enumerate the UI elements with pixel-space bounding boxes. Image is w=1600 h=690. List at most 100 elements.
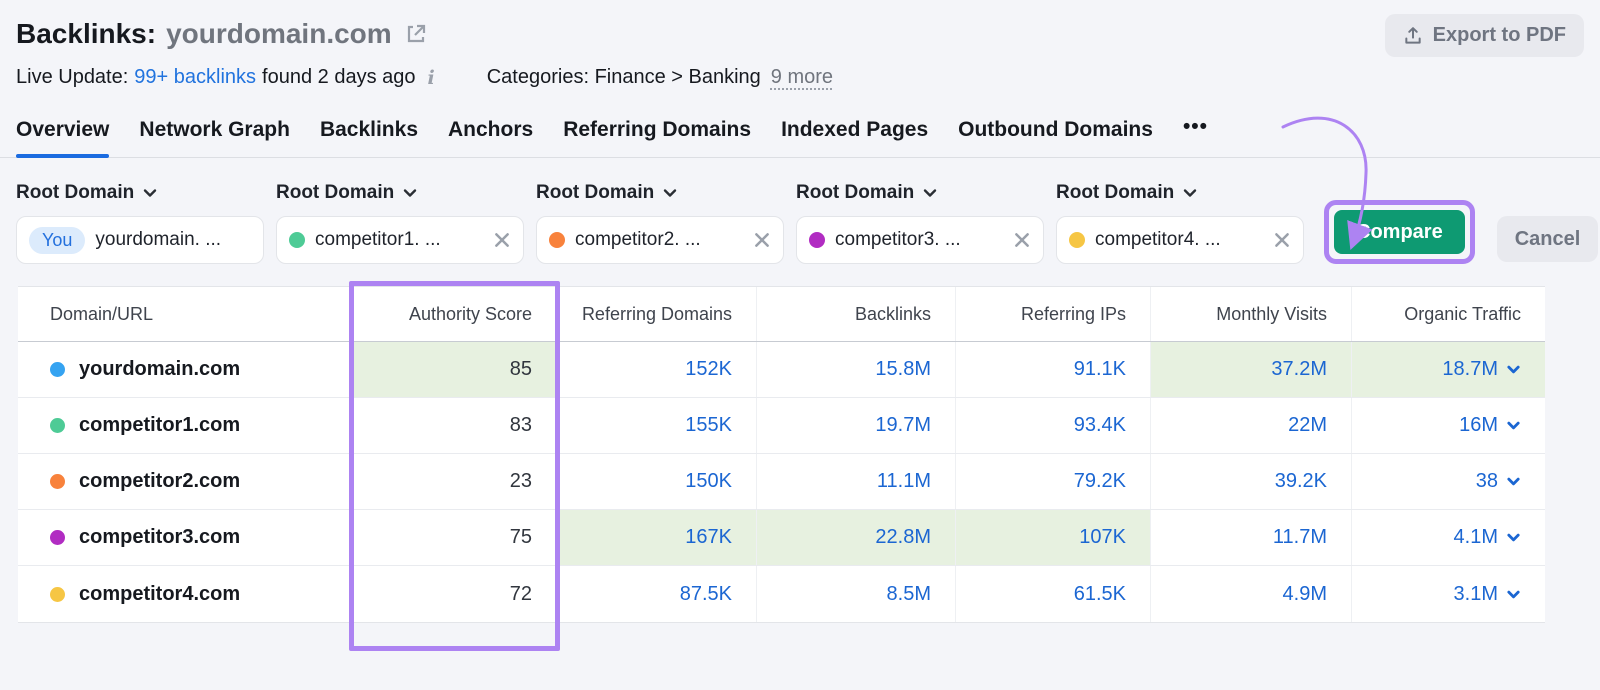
backlinks-count-link[interactable]: 99+ backlinks [134, 66, 256, 89]
monthly-visits-link[interactable]: 11.7M [1273, 526, 1327, 549]
monthly-visits-link[interactable]: 39.2K [1275, 470, 1327, 493]
backlinks-link[interactable]: 11.1M [877, 470, 931, 493]
backlinks-link[interactable]: 15.8M [875, 358, 931, 381]
domain-chip-1[interactable]: You yourdomain. ... [16, 216, 264, 264]
export-to-pdf-button[interactable]: Export to PDF [1384, 14, 1584, 57]
live-update-prefix: Live Update: [16, 66, 129, 88]
close-icon[interactable] [753, 231, 771, 249]
cell-domain: yourdomain.com [18, 342, 352, 397]
organic-traffic-link[interactable]: 38 [1476, 470, 1498, 493]
subtitle-row: Live Update: 99+ backlinks found 2 days … [16, 66, 1584, 89]
cell-authority-score: 83 [352, 398, 557, 453]
chevron-down-icon[interactable] [1506, 418, 1521, 433]
chevron-down-icon [1182, 185, 1198, 201]
column-header-referring-domains: Referring Domains [557, 287, 757, 341]
cell-backlinks: 8.5M [757, 566, 956, 622]
tab-outbound-domains[interactable]: Outbound Domains [958, 118, 1153, 157]
monthly-visits-link[interactable]: 4.9M [1283, 583, 1327, 606]
monthly-visits-link[interactable]: 37.2M [1271, 358, 1327, 381]
column-header-backlinks: Backlinks [757, 287, 956, 341]
authority-score-value: 23 [509, 470, 532, 492]
tab-overview[interactable]: Overview [16, 118, 110, 158]
cell-organic-traffic: 18.7M [1352, 342, 1545, 397]
domain-color-dot [1069, 232, 1085, 248]
referring-domains-link[interactable]: 167K [685, 526, 732, 549]
domain-color-dot [809, 232, 825, 248]
filter-column-1: Root Domain You yourdomain. ... [16, 182, 264, 264]
referring-ips-link[interactable]: 61.5K [1074, 583, 1126, 606]
referring-ips-link[interactable]: 107K [1079, 526, 1126, 549]
table-row: competitor1.com 83 155K 19.7M 93.4K 22M 16M [18, 398, 1545, 454]
cell-domain: competitor4.com [18, 566, 352, 622]
organic-traffic-link[interactable]: 3.1M [1454, 583, 1498, 606]
root-domain-dropdown[interactable]: Root Domain [796, 182, 1044, 204]
authority-score-value: 85 [509, 358, 532, 380]
categories-more-link[interactable]: 9 more [771, 66, 833, 89]
domain-color-dot [50, 474, 65, 489]
chevron-down-icon[interactable] [1506, 530, 1521, 545]
chevron-down-icon[interactable] [1506, 587, 1521, 602]
tab-anchors[interactable]: Anchors [448, 118, 533, 157]
column-header-domain: Domain/URL [18, 287, 352, 341]
domain-chip-3[interactable]: competitor2. ... [536, 216, 784, 264]
filter-column-3: Root Domain competitor2. ... [536, 182, 784, 264]
domain-chip-2[interactable]: competitor1. ... [276, 216, 524, 264]
referring-ips-link[interactable]: 93.4K [1074, 414, 1126, 437]
cell-domain: competitor3.com [18, 510, 352, 565]
info-icon[interactable]: i [428, 67, 435, 89]
root-domain-dropdown-label: Root Domain [536, 182, 655, 203]
backlinks-link[interactable]: 22.8M [875, 526, 931, 549]
chevron-down-icon[interactable] [1506, 362, 1521, 377]
compare-button[interactable]: Compare [1334, 210, 1465, 254]
cell-organic-traffic: 38 [1352, 454, 1545, 509]
tab-backlinks[interactable]: Backlinks [320, 118, 418, 157]
referring-domains-link[interactable]: 150K [685, 470, 732, 493]
domain-chip-5[interactable]: competitor4. ... [1056, 216, 1304, 264]
referring-domains-link[interactable]: 155K [685, 414, 732, 437]
cell-monthly-visits: 39.2K [1151, 454, 1352, 509]
tab-referring-domains[interactable]: Referring Domains [563, 118, 751, 157]
backlinks-link[interactable]: 8.5M [887, 583, 931, 606]
cell-monthly-visits: 4.9M [1151, 566, 1352, 622]
cell-referring-domains: 87.5K [557, 566, 757, 622]
root-domain-dropdown[interactable]: Root Domain [276, 182, 524, 204]
cell-backlinks: 15.8M [757, 342, 956, 397]
referring-domains-link[interactable]: 152K [685, 358, 732, 381]
close-icon[interactable] [493, 231, 511, 249]
referring-ips-link[interactable]: 91.1K [1074, 358, 1126, 381]
comparison-table: Domain/URL Authority Score Referring Domai… [18, 286, 1545, 623]
organic-traffic-link[interactable]: 16M [1459, 414, 1498, 437]
cell-backlinks: 11.1M [757, 454, 956, 509]
organic-traffic-link[interactable]: 4.1M [1454, 526, 1498, 549]
filter-bar: Root Domain You yourdomain. ... Root Domain… [0, 158, 1600, 264]
referring-domains-link[interactable]: 87.5K [680, 583, 732, 606]
tab-network-graph[interactable]: Network Graph [139, 118, 290, 157]
referring-ips-link[interactable]: 79.2K [1074, 470, 1126, 493]
table-body: yourdomain.com 85 152K 15.8M 91.1K 37.2M 18.7M… [18, 342, 1545, 622]
cancel-button[interactable]: Cancel [1496, 216, 1599, 262]
chevron-down-icon [662, 185, 678, 201]
close-icon[interactable] [1013, 231, 1031, 249]
root-domain-dropdown-label: Root Domain [796, 182, 915, 203]
tabs-overflow-menu[interactable]: ••• [1183, 115, 1208, 157]
cell-organic-traffic: 4.1M [1352, 510, 1545, 565]
external-link-icon[interactable] [404, 22, 428, 46]
root-domain-dropdown[interactable]: Root Domain [1056, 182, 1304, 204]
root-domain-dropdown[interactable]: Root Domain [16, 182, 264, 204]
compare-highlight-box: Compare [1324, 200, 1475, 264]
cell-authority-score: 23 [352, 454, 557, 509]
organic-traffic-link[interactable]: 18.7M [1442, 358, 1498, 381]
monthly-visits-link[interactable]: 22M [1288, 414, 1327, 437]
root-domain-dropdown[interactable]: Root Domain [536, 182, 784, 204]
chevron-down-icon[interactable] [1506, 474, 1521, 489]
you-badge: You [29, 226, 86, 254]
tab-indexed-pages[interactable]: Indexed Pages [781, 118, 928, 157]
domain-chip-label: competitor1. ... [315, 229, 441, 250]
cell-organic-traffic: 3.1M [1352, 566, 1545, 622]
domain-chip-4[interactable]: competitor3. ... [796, 216, 1044, 264]
cell-monthly-visits: 11.7M [1151, 510, 1352, 565]
backlinks-link[interactable]: 19.7M [875, 414, 931, 437]
cell-referring-domains: 167K [557, 510, 757, 565]
close-icon[interactable] [1273, 231, 1291, 249]
export-icon [1403, 26, 1423, 46]
